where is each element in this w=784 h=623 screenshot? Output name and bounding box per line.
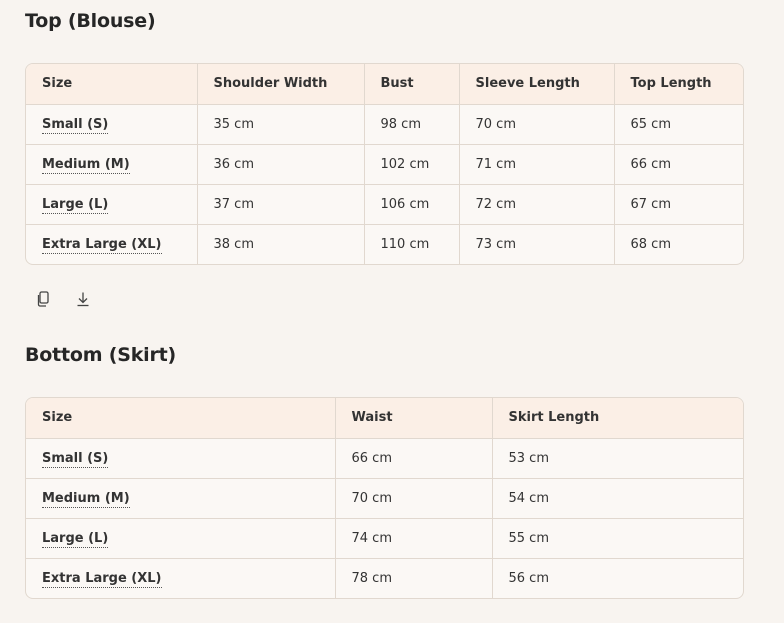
- table-cell: 37 cm: [197, 184, 365, 225]
- size-term[interactable]: Large (L): [42, 530, 109, 548]
- table-cell: 53 cm: [492, 438, 743, 479]
- table-cell: 36 cm: [197, 144, 365, 185]
- table-cell: 56 cm: [508, 570, 550, 586]
- size-cell[interactable]: Small (S): [26, 104, 198, 145]
- column-header: Sleeve Length: [459, 64, 615, 105]
- table-row: Large (L) 74 cm 55 cm: [26, 518, 743, 559]
- size-term[interactable]: Extra Large (XL): [42, 236, 162, 254]
- column-header: Shoulder Width: [197, 64, 365, 105]
- table-cell: 74 cm: [335, 518, 493, 559]
- table-cell: 106 cm: [364, 184, 460, 225]
- table-row: Large (L) 37 cm 106 cm 72 cm 67 cm: [26, 184, 743, 225]
- table-cell: 35 cm: [197, 104, 365, 145]
- table-cell: 98 cm: [364, 104, 460, 145]
- size-term[interactable]: Large (L): [42, 196, 109, 214]
- table-cell: 38 cm: [197, 224, 365, 264]
- table-cell: 65 cm: [614, 104, 743, 145]
- top-size-table: Size Shoulder Width Bust Sleeve Length T…: [26, 64, 743, 264]
- column-header: Skirt Length: [492, 398, 743, 439]
- download-button[interactable]: [73, 288, 93, 310]
- section-title-bottom: Bottom (Skirt): [25, 344, 177, 366]
- bottom-size-table-container: Size Waist Skirt Length Small (S) 66 cm …: [25, 397, 744, 599]
- table-row: Extra Large (XL) 78 cm 56 cm: [26, 558, 743, 598]
- size-term[interactable]: Small (S): [42, 450, 109, 468]
- table-cell: 55 cm: [492, 518, 743, 559]
- size-term[interactable]: Medium (M): [42, 156, 130, 174]
- table-cell: 66 cm: [614, 144, 743, 185]
- size-cell[interactable]: Extra Large (XL): [26, 224, 198, 264]
- table-cell: 73 cm: [459, 224, 615, 264]
- table-cell: 70 cm: [459, 104, 615, 145]
- table-cell: 68 cm: [630, 236, 672, 252]
- bottom-size-table: Size Waist Skirt Length Small (S) 66 cm …: [26, 398, 743, 598]
- size-cell[interactable]: Small (S): [26, 438, 336, 479]
- size-term[interactable]: Small (S): [42, 116, 109, 134]
- table-cell: 78 cm: [335, 558, 493, 598]
- size-term[interactable]: Medium (M): [42, 490, 130, 508]
- page: Top (Blouse) Size Shoulder Width Bust Sl…: [0, 0, 784, 623]
- size-term[interactable]: Extra Large (XL): [42, 570, 162, 588]
- column-header: Top Length: [614, 64, 743, 105]
- table-row: Small (S) 66 cm 53 cm: [26, 438, 743, 479]
- table-row: Medium (M) 70 cm 54 cm: [26, 478, 743, 519]
- table-cell: 110 cm: [364, 224, 460, 264]
- table-cell: 102 cm: [364, 144, 460, 185]
- table-cell: 54 cm: [492, 478, 743, 519]
- table-row: Medium (M) 36 cm 102 cm 71 cm 66 cm: [26, 144, 743, 185]
- size-cell[interactable]: Large (L): [26, 518, 336, 559]
- size-cell[interactable]: Extra Large (XL): [26, 558, 336, 598]
- table-header-row: Size Shoulder Width Bust Sleeve Length T…: [26, 64, 743, 105]
- table-row: Small (S) 35 cm 98 cm 70 cm 65 cm: [26, 104, 743, 145]
- table-cell: 71 cm: [459, 144, 615, 185]
- column-header: Bust: [364, 64, 460, 105]
- copy-icon: [37, 291, 49, 307]
- top-size-table-container: Size Shoulder Width Bust Sleeve Length T…: [25, 63, 744, 265]
- column-header: Size: [26, 64, 198, 105]
- size-cell[interactable]: Medium (M): [26, 478, 336, 519]
- table-row: Extra Large (XL) 38 cm 110 cm 73 cm 68 c…: [26, 224, 743, 264]
- table-cell: 67 cm: [614, 184, 743, 225]
- table-actions: [33, 288, 93, 310]
- table-cell: 72 cm: [459, 184, 615, 225]
- column-header: Size: [26, 398, 336, 439]
- size-cell[interactable]: Medium (M): [26, 144, 198, 185]
- column-header: Waist: [335, 398, 493, 439]
- copy-button[interactable]: [33, 288, 53, 310]
- table-cell: 66 cm: [335, 438, 493, 479]
- table-cell: 70 cm: [335, 478, 493, 519]
- section-title-top: Top (Blouse): [25, 10, 156, 32]
- table-header-row: Size Waist Skirt Length: [26, 398, 743, 439]
- download-icon: [77, 292, 89, 307]
- size-cell[interactable]: Large (L): [26, 184, 198, 225]
